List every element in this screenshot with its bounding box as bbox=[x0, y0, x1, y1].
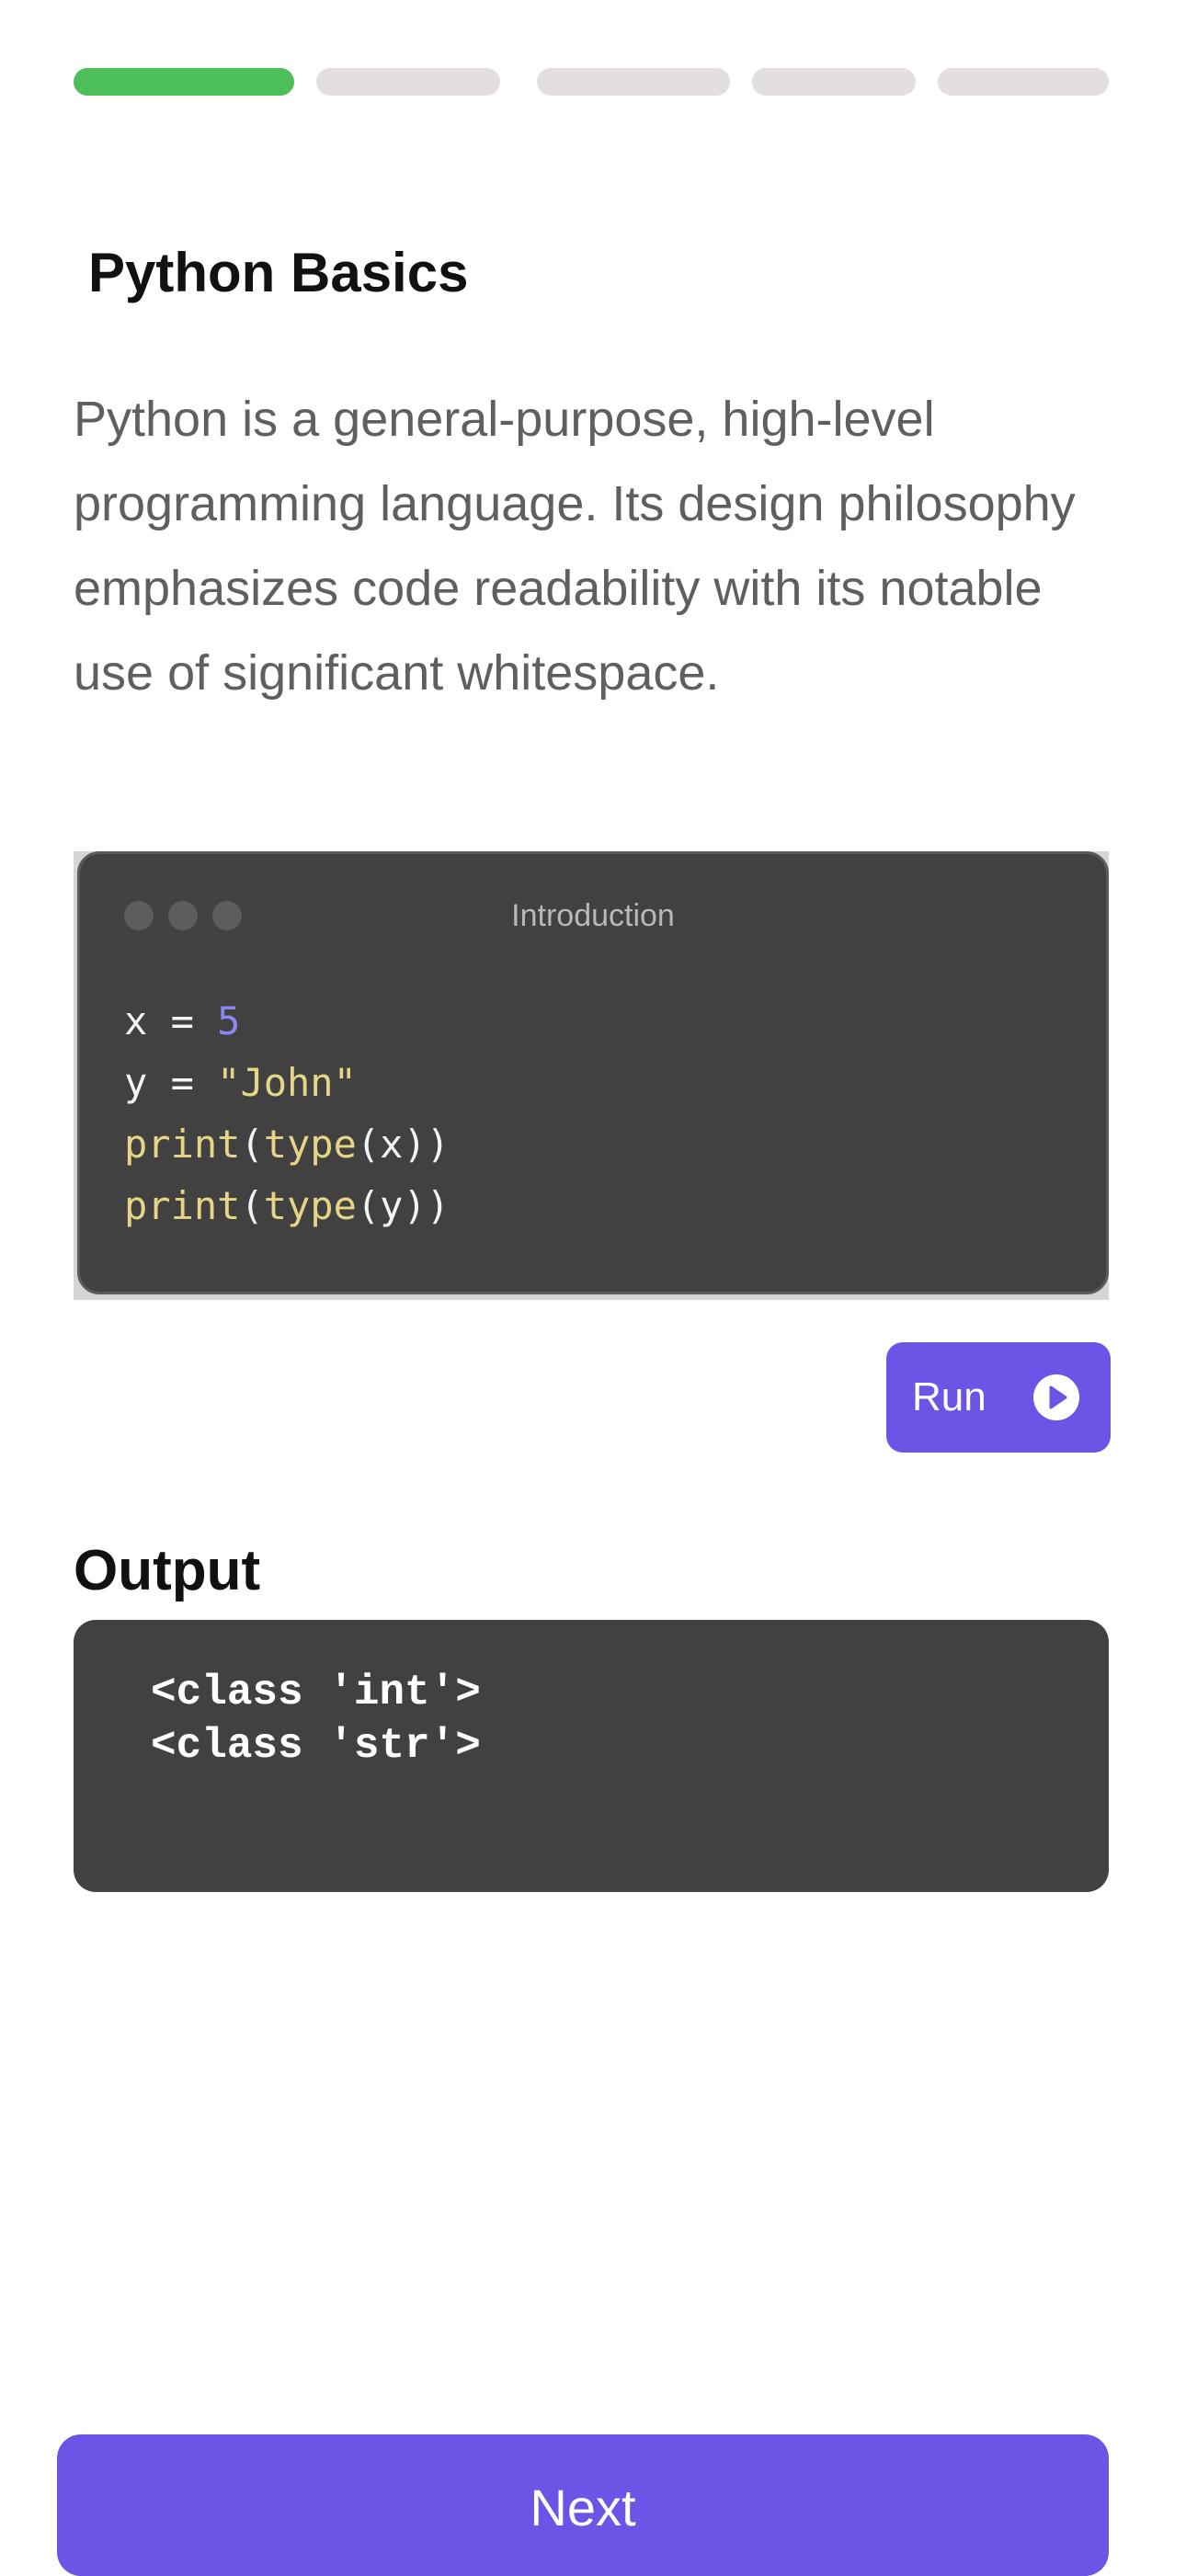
code-line: print(type(y)) bbox=[124, 1175, 450, 1237]
code-token: ( bbox=[240, 1122, 264, 1167]
code-token: type bbox=[263, 1183, 357, 1228]
next-button[interactable]: Next bbox=[57, 2434, 1109, 2576]
output-line: <class 'int'> bbox=[151, 1669, 481, 1716]
lesson-description: Python is a general-purpose, high-level … bbox=[74, 392, 1076, 701]
code-token: type bbox=[263, 1122, 357, 1167]
progress-segment-3 bbox=[537, 68, 730, 96]
code-token: print bbox=[124, 1183, 241, 1228]
code-editor: Introduction x = 5y = "John" print(type(x… bbox=[77, 851, 1109, 1294]
output-line: <class 'str'> bbox=[151, 1722, 481, 1770]
next-button-label: Next bbox=[530, 2479, 636, 2536]
code-line: x = 5 bbox=[124, 990, 450, 1052]
code-block: x = 5y = "John" print(type(x)) print(type(… bbox=[124, 990, 450, 1237]
lesson-progress-bar bbox=[0, 68, 1186, 96]
play-circle-icon bbox=[1033, 1374, 1079, 1420]
code-token: y = bbox=[124, 1060, 218, 1105]
code-token: ( bbox=[240, 1183, 264, 1228]
output-text: <class 'int'> <class 'str'> bbox=[151, 1666, 481, 1772]
code-token: x = bbox=[124, 998, 218, 1043]
code-token: "John" bbox=[217, 1060, 357, 1105]
code-token: print bbox=[124, 1122, 241, 1167]
output-panel: <class 'int'> <class 'str'> bbox=[74, 1620, 1109, 1892]
code-window: Introduction x = 5y = "John" print(type(x… bbox=[74, 851, 1109, 1300]
run-button[interactable]: Run bbox=[886, 1342, 1111, 1453]
progress-segment-1 bbox=[74, 68, 294, 96]
code-token: (y)) bbox=[356, 1183, 450, 1228]
lesson-title: Python Basics bbox=[88, 242, 469, 303]
code-token: (x)) bbox=[356, 1122, 450, 1167]
code-window-title: Introduction bbox=[511, 898, 675, 933]
code-line: y = "John" bbox=[124, 1052, 450, 1113]
progress-segment-4 bbox=[752, 68, 916, 96]
code-line: print(type(x)) bbox=[124, 1113, 450, 1175]
progress-segment-2 bbox=[316, 68, 500, 96]
run-button-label: Run bbox=[912, 1374, 986, 1419]
code-token: 5 bbox=[217, 998, 241, 1043]
progress-segment-5 bbox=[938, 68, 1109, 96]
output-heading: Output bbox=[74, 1539, 261, 1602]
